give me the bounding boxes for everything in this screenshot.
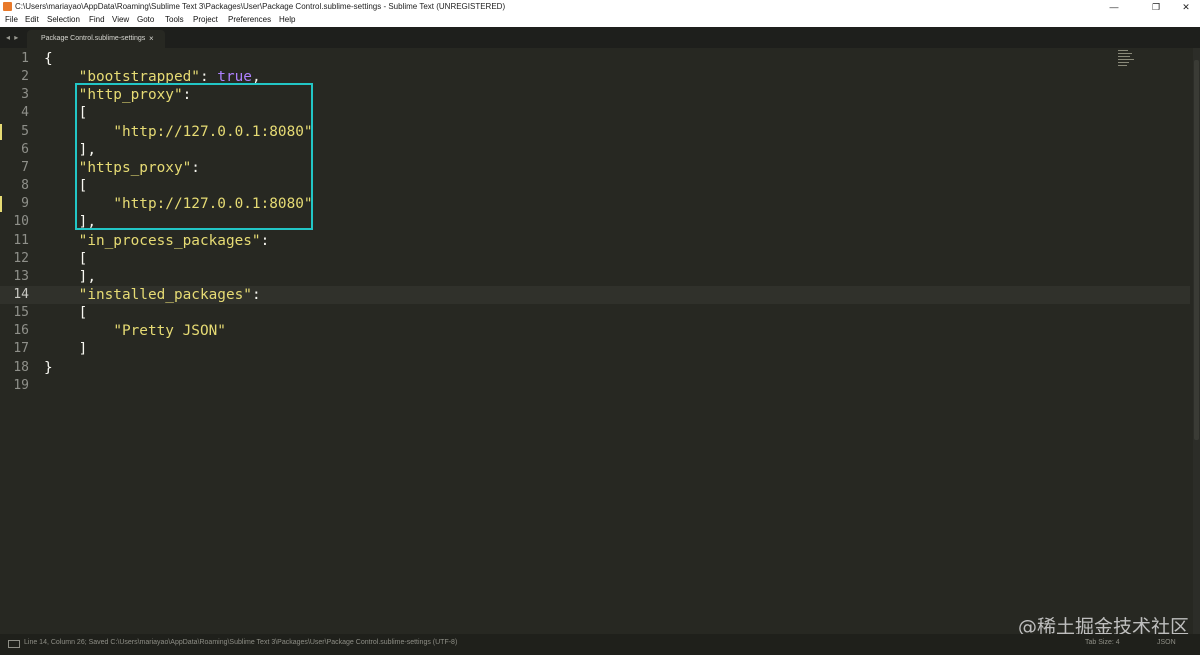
code-text: "installed_packages": (44, 286, 261, 304)
code-line[interactable]: 18} (0, 359, 1190, 377)
title-bar: C:\Users\mariayao\AppData\Roaming\Sublim… (0, 0, 1200, 14)
code-token: { (44, 51, 53, 67)
menu-selection[interactable]: Selection (47, 15, 80, 24)
menu-edit[interactable]: Edit (25, 15, 39, 24)
code-line[interactable]: 14 "installed_packages": (0, 285, 1190, 304)
minimize-button[interactable]: — (1100, 0, 1128, 14)
sublime-app-icon (3, 2, 12, 11)
line-number: 15 (13, 305, 29, 321)
tab-size-indicator[interactable]: Tab Size: 4 (1085, 639, 1120, 646)
menu-bar: File Edit Selection Find View Goto Tools… (0, 14, 1200, 27)
code-text: "Pretty JSON" (44, 322, 226, 340)
code-text: { (44, 50, 53, 68)
line-number: 6 (21, 141, 29, 157)
status-bar: Line 14, Column 26; Saved C:\Users\maria… (0, 634, 1200, 655)
code-token: ], (44, 268, 96, 285)
line-number: 3 (21, 87, 29, 103)
panel-toggle-icon[interactable] (8, 640, 20, 648)
code-line[interactable]: 11 "in_process_packages": (0, 232, 1190, 250)
code-token: [ (44, 250, 88, 267)
code-token: "in_process_packages" (78, 232, 261, 249)
code-text: ], (44, 268, 96, 286)
code-text: [ (44, 250, 88, 268)
code-line[interactable]: 12 [ (0, 250, 1190, 268)
minimap[interactable] (1118, 50, 1136, 68)
code-token: } (44, 359, 53, 376)
tab-bar: ◂ ▸ Package Control.sublime-settings × (0, 27, 1200, 48)
line-number: 10 (13, 214, 29, 230)
close-window-button[interactable]: ✕ (1172, 0, 1200, 14)
menu-help[interactable]: Help (279, 15, 295, 24)
restore-button[interactable]: ❐ (1142, 0, 1170, 14)
menu-find[interactable]: Find (89, 15, 105, 24)
highlight-box (75, 83, 313, 230)
line-number: 1 (21, 51, 29, 66)
menu-file[interactable]: File (5, 15, 18, 24)
line-number: 19 (13, 377, 29, 393)
code-text: [ (44, 304, 88, 322)
code-text: "in_process_packages": (44, 232, 270, 250)
line-number: 14 (13, 286, 29, 302)
code-text: ] (44, 340, 88, 358)
line-number: 17 (13, 341, 29, 357)
code-text: } (44, 359, 53, 377)
line-number: 12 (13, 250, 29, 266)
tab-close-icon[interactable]: × (149, 34, 154, 43)
code-line[interactable]: 19 (0, 377, 1190, 395)
line-number: 18 (13, 359, 29, 375)
code-token: [ (44, 305, 88, 322)
line-number: 16 (13, 323, 29, 339)
menu-view[interactable]: View (112, 15, 129, 24)
menu-goto[interactable]: Goto (137, 15, 154, 24)
menu-preferences[interactable]: Preferences (228, 15, 271, 24)
line-number: 9 (21, 196, 29, 212)
code-token: ] (44, 341, 88, 358)
line-number: 8 (21, 178, 29, 194)
code-token: : (251, 286, 261, 303)
line-number: 5 (21, 123, 29, 139)
code-token: "Pretty JSON" (113, 323, 226, 340)
code-token: : (260, 232, 270, 249)
code-token: "installed_packages" (78, 286, 252, 303)
code-line[interactable]: 17 ] (0, 340, 1190, 358)
tab-nav-arrows-icon[interactable]: ◂ ▸ (6, 33, 19, 42)
code-line[interactable]: 15 [ (0, 304, 1190, 322)
code-line[interactable]: 13 ], (0, 268, 1190, 286)
line-number: 2 (21, 69, 29, 85)
line-number: 7 (21, 159, 29, 175)
code-line[interactable]: 1{ (0, 50, 1190, 68)
line-number: 13 (13, 268, 29, 284)
tab-package-control-settings[interactable]: Package Control.sublime-settings × (27, 30, 165, 48)
menu-tools[interactable]: Tools (165, 15, 184, 24)
tab-label: Package Control.sublime-settings (41, 35, 146, 42)
line-number: 4 (21, 105, 29, 121)
syntax-indicator[interactable]: JSON (1157, 639, 1176, 646)
menu-project[interactable]: Project (193, 15, 218, 24)
vertical-scrollbar-thumb[interactable] (1194, 60, 1199, 440)
line-number: 11 (13, 232, 29, 248)
status-text: Line 14, Column 26; Saved C:\Users\maria… (24, 639, 458, 646)
code-line[interactable]: 16 "Pretty JSON" (0, 322, 1190, 340)
window-title: C:\Users\mariayao\AppData\Roaming\Sublim… (15, 2, 506, 11)
